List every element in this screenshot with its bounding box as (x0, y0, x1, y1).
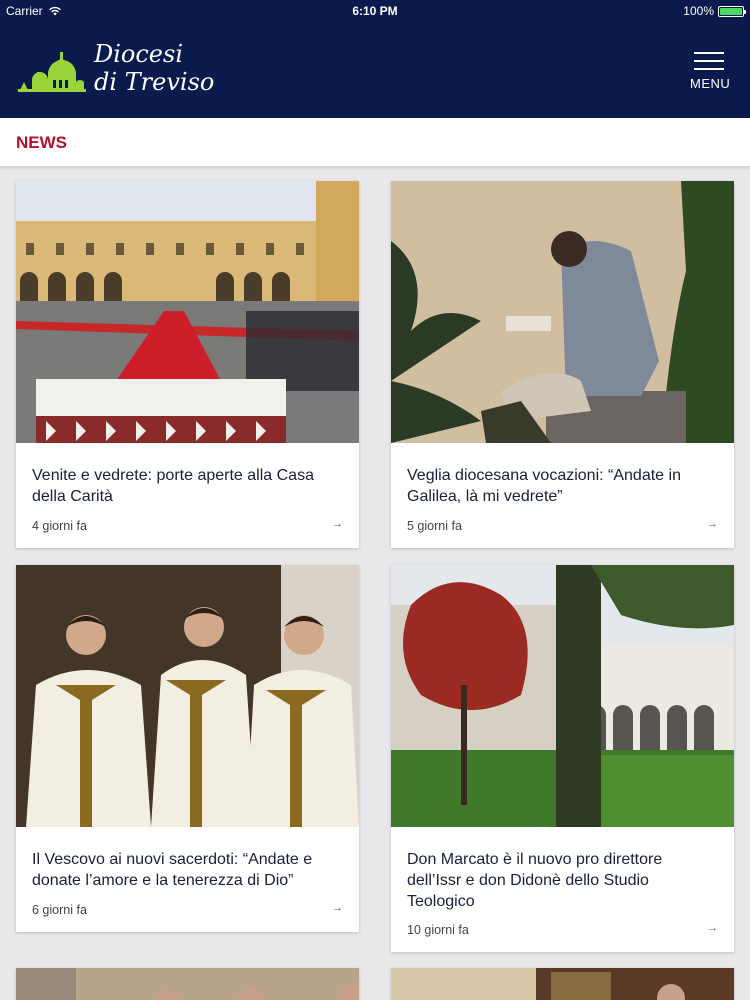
news-image (391, 565, 734, 827)
news-image (16, 968, 359, 1000)
menu-button[interactable]: MENU (690, 52, 731, 91)
app-header: Diocesi di Treviso MENU (0, 22, 750, 118)
news-date: 6 giorni fa (32, 903, 87, 917)
hamburger-icon (694, 52, 724, 70)
arrow-right-icon[interactable]: → (707, 922, 718, 934)
site-title-line1: Diocesi (94, 40, 184, 68)
news-image (16, 565, 359, 827)
news-card[interactable]: Don Marcato è il nuovo pro direttore del… (391, 565, 734, 952)
status-time: 6:10 PM (352, 4, 398, 18)
arrow-right-icon[interactable]: → (332, 902, 343, 914)
section-bar: NEWS (0, 118, 750, 166)
site-title-line2: di Treviso (94, 68, 215, 96)
news-card-partial[interactable] (391, 968, 734, 1000)
diocese-logo-icon[interactable] (18, 46, 86, 92)
news-date: 4 giorni fa (32, 519, 87, 533)
news-card[interactable]: Venite e vedrete: porte aperte alla Casa… (16, 181, 359, 548)
news-date: 5 giorni fa (407, 519, 462, 533)
news-title[interactable]: Venite e vedrete: porte aperte alla Casa… (32, 465, 343, 507)
news-card[interactable]: Il Vescovo ai nuovi sacerdoti: “Andate e… (16, 565, 359, 932)
battery-icon (718, 5, 746, 17)
news-image (391, 968, 734, 1000)
news-title[interactable]: Don Marcato è il nuovo pro direttore del… (407, 849, 718, 912)
battery-percent: 100% (683, 4, 714, 18)
arrow-right-icon[interactable]: → (707, 518, 718, 530)
news-image (16, 181, 359, 443)
news-title[interactable]: Veglia diocesana vocazioni: “Andate in G… (407, 465, 718, 507)
section-title: NEWS (16, 133, 67, 152)
news-card[interactable]: Veglia diocesana vocazioni: “Andate in G… (391, 181, 734, 548)
news-card-partial[interactable] (16, 968, 359, 1000)
news-date: 10 giorni fa (407, 923, 469, 937)
site-title[interactable]: Diocesi di Treviso (94, 40, 214, 96)
arrow-right-icon[interactable]: → (332, 518, 343, 530)
menu-label: MENU (690, 76, 731, 91)
status-bar: Carrier 6:10 PM 100% (0, 0, 750, 22)
news-image (391, 181, 734, 443)
news-title[interactable]: Il Vescovo ai nuovi sacerdoti: “Andate e… (32, 849, 343, 891)
